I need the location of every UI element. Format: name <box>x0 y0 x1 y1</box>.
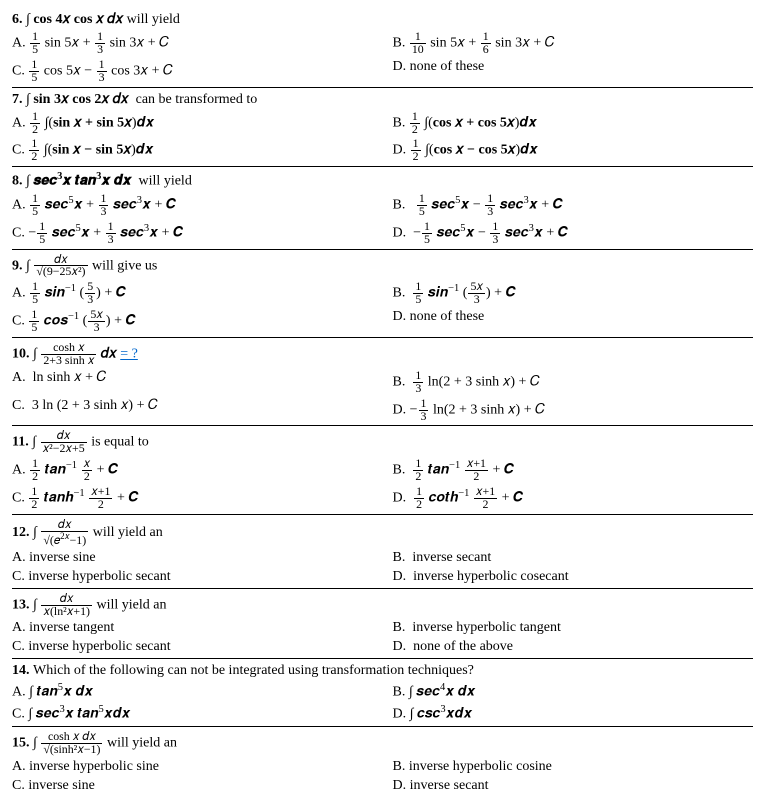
option: C. 15 𝒄𝒐𝒔−1 (5𝑥3) + 𝑪 <box>12 308 373 335</box>
question-8: 8. ∫ 𝒔𝒆𝒄3𝒙 𝒕𝒂𝒏3𝒙 𝒅𝒙 will yieldA. 15 𝒔𝒆𝒄5… <box>12 166 753 248</box>
option: D. none of the above <box>393 638 754 656</box>
options-grid: A. 12 ∫(sin 𝑥 + sin 5𝑥)𝒅𝒙 B. 12 ∫(cos 𝑥 +… <box>12 110 753 165</box>
option: A. inverse sine <box>12 549 373 567</box>
option: A. ln sinh 𝑥 + 𝐶 <box>12 369 373 396</box>
question-stem: 6. ∫ cos 4𝑥 cos 𝑥 𝑑𝑥 will yield <box>12 10 753 30</box>
option: A. inverse hyperbolic sine <box>12 758 373 776</box>
question-11: 11. ∫ 𝑑𝑥𝑥²−2𝑥+5 is equal toA. 12 𝒕𝒂𝒏−1 𝑥… <box>12 425 753 513</box>
options-grid: A. 15 𝒔𝒊𝒏−1 (53) + 𝑪 B. 15 𝒔𝒊𝒏−1 (5𝑥3) + … <box>12 280 753 335</box>
question-stem: 13. ∫ 𝑑𝑥𝑥(ln²𝑥+1) will yield an <box>12 591 753 620</box>
question-14: 14. Which of the following can not be in… <box>12 658 753 725</box>
option: D. −13 ln(2 + 3 sinh 𝑥) + 𝐶 <box>393 397 754 424</box>
option: D. inverse hyperbolic cosecant <box>393 568 754 586</box>
question-6: 6. ∫ cos 4𝑥 cos 𝑥 𝑑𝑥 will yieldA. 15 sin… <box>12 8 753 87</box>
question-stem: 12. ∫ 𝑑𝑥√(𝑒2𝑥−1) will yield an <box>12 517 753 549</box>
option: A. ∫ 𝒕𝒂𝒏5𝒙 𝒅𝒙 <box>12 681 373 702</box>
question-9: 9. ∫ 𝑑𝑥√(9−25𝑥²) will give usA. 15 𝒔𝒊𝒏−1… <box>12 249 753 337</box>
option: B. inverse secant <box>393 549 754 567</box>
option: B. 15 𝒔𝒆𝒄5𝒙 − 13 𝒔𝒆𝒄3𝒙 + 𝑪 <box>393 192 754 219</box>
options-grid: A. inverse hyperbolic sine B. inverse hyp… <box>12 758 753 795</box>
option: C. 12 𝒕𝒂𝒏𝒉−1 𝑥+12 + 𝑪 <box>12 485 373 512</box>
option: A. 15 sin 5𝑥 + 13 sin 3𝑥 + 𝐶 <box>12 30 373 57</box>
options-grid: A. 15 sin 5𝑥 + 13 sin 3𝑥 + 𝐶 B. 110 sin 5… <box>12 30 753 85</box>
question-stem: 11. ∫ 𝑑𝑥𝑥²−2𝑥+5 is equal to <box>12 428 753 457</box>
option: B. 12 ∫(cos 𝑥 + cos 5𝑥)𝒅𝒙 <box>393 110 754 137</box>
option: C. inverse hyperbolic secant <box>12 568 373 586</box>
question-13: 13. ∫ 𝑑𝑥𝑥(ln²𝑥+1) will yield anA. invers… <box>12 588 753 659</box>
option: C. 12 ∫(sin 𝑥 − sin 5𝑥)𝒅𝒙 <box>12 137 373 164</box>
option: B. 110 sin 5𝑥 + 16 sin 3𝑥 + 𝐶 <box>393 30 754 57</box>
question-10: 10. ∫ cosh 𝑥2+3 sinh 𝑥 𝑑𝑥 = ?A. ln sinh … <box>12 337 753 425</box>
question-15: 15. ∫ cosh 𝑥 𝑑𝑥√(sinh²𝑥−1) will yield an… <box>12 726 753 797</box>
option: D. 12 ∫(cos 𝑥 − cos 5𝑥)𝒅𝒙 <box>393 137 754 164</box>
option: C. ∫ 𝒔𝒆𝒄3𝒙 𝒕𝒂𝒏5𝒙𝒅𝒙 <box>12 703 373 724</box>
options-grid: A. ln sinh 𝑥 + 𝐶 B. 13 ln(2 + 3 sinh 𝑥) +… <box>12 369 753 424</box>
question-stem: 9. ∫ 𝑑𝑥√(9−25𝑥²) will give us <box>12 252 753 281</box>
option: B. ∫ 𝒔𝒆𝒄4𝒙 𝒅𝒙 <box>393 681 754 702</box>
question-stem: 7. ∫ sin 3𝑥 cos 2𝑥 𝑑𝑥 can be transformed… <box>12 90 753 110</box>
option: D. ∫ 𝒄𝒔𝒄3𝒙𝒅𝒙 <box>393 703 754 724</box>
option: B. inverse hyperbolic tangent <box>393 619 754 637</box>
option: B. 13 ln(2 + 3 sinh 𝑥) + 𝐶 <box>393 369 754 396</box>
option: C. inverse hyperbolic secant <box>12 638 373 656</box>
option: A. 12 ∫(sin 𝑥 + sin 5𝑥)𝒅𝒙 <box>12 110 373 137</box>
options-grid: A. inverse sine B. inverse secant C. inver… <box>12 549 753 586</box>
question-stem: 14. Which of the following can not be in… <box>12 661 753 681</box>
option: B. inverse hyperbolic cosine <box>393 758 754 776</box>
option: A. inverse tangent <box>12 619 373 637</box>
option: D. none of these <box>393 58 754 85</box>
options-grid: A. inverse tangent B. inverse hyperbolic … <box>12 619 753 656</box>
question-stem: 10. ∫ cosh 𝑥2+3 sinh 𝑥 𝑑𝑥 = ? <box>12 340 753 369</box>
question-7: 7. ∫ sin 3𝑥 cos 2𝑥 𝑑𝑥 can be transformed… <box>12 87 753 167</box>
question-stem: 8. ∫ 𝒔𝒆𝒄3𝒙 𝒕𝒂𝒏3𝒙 𝒅𝒙 will yield <box>12 169 753 192</box>
option: C. −15 𝒔𝒆𝒄5𝒙 + 13 𝒔𝒆𝒄3𝒙 + 𝑪 <box>12 220 373 247</box>
option: B. 15 𝒔𝒊𝒏−1 (5𝑥3) + 𝑪 <box>393 280 754 307</box>
option: D. inverse secant <box>393 777 754 795</box>
question-12: 12. ∫ 𝑑𝑥√(𝑒2𝑥−1) will yield anA. inverse… <box>12 514 753 588</box>
question-stem: 15. ∫ cosh 𝑥 𝑑𝑥√(sinh²𝑥−1) will yield an <box>12 729 753 758</box>
options-grid: A. 15 𝒔𝒆𝒄5𝒙 + 13 𝒔𝒆𝒄3𝒙 + 𝑪 B. 15 𝒔𝒆𝒄5𝒙 − … <box>12 192 753 247</box>
option: D. −15 𝒔𝒆𝒄5𝒙 − 13 𝒔𝒆𝒄3𝒙 + 𝑪 <box>393 220 754 247</box>
option: D. none of these <box>393 308 754 335</box>
option: A. 15 𝒔𝒆𝒄5𝒙 + 13 𝒔𝒆𝒄3𝒙 + 𝑪 <box>12 192 373 219</box>
option: C. 3 ln (2 + 3 sinh 𝑥) + 𝐶 <box>12 397 373 424</box>
options-grid: A. ∫ 𝒕𝒂𝒏5𝒙 𝒅𝒙 B. ∫ 𝒔𝒆𝒄4𝒙 𝒅𝒙 C. ∫ 𝒔𝒆𝒄3𝒙 𝒕𝒂𝒏… <box>12 681 753 723</box>
option: A. 15 𝒔𝒊𝒏−1 (53) + 𝑪 <box>12 280 373 307</box>
options-grid: A. 12 𝒕𝒂𝒏−1 𝑥2 + 𝑪 B. 12 𝒕𝒂𝒏−1 𝑥+12 + 𝑪 C.… <box>12 457 753 512</box>
option: C. 15 cos 5𝑥 − 13 cos 3𝑥 + 𝐶 <box>12 58 373 85</box>
option: D. 12 𝒄𝒐𝒕𝒉−1 𝑥+12 + 𝑪 <box>393 485 754 512</box>
option: B. 12 𝒕𝒂𝒏−1 𝑥+12 + 𝑪 <box>393 457 754 484</box>
option: A. 12 𝒕𝒂𝒏−1 𝑥2 + 𝑪 <box>12 457 373 484</box>
option: C. inverse sine <box>12 777 373 795</box>
